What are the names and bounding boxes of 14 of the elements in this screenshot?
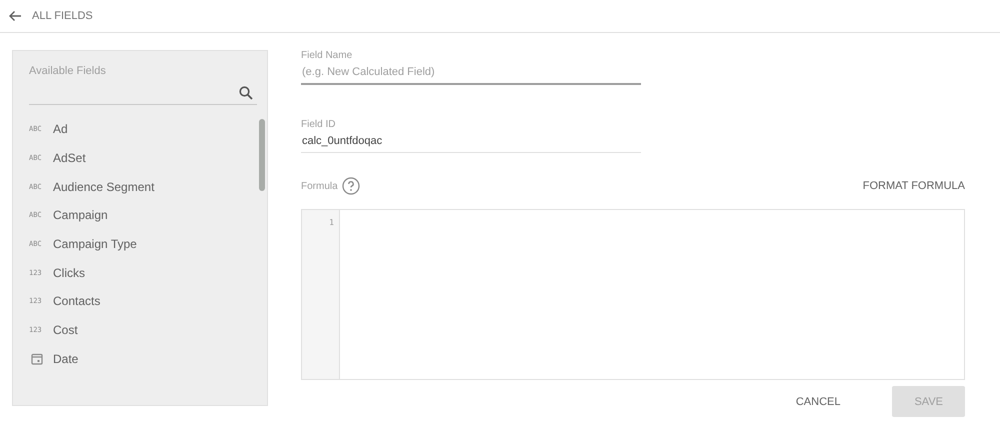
field-label: Field ID: [301, 119, 336, 130]
calendar-icon: [31, 352, 43, 365]
field-label: Formula: [301, 180, 338, 192]
back-arrow-icon: [8, 10, 22, 22]
cancel-button[interactable]: CANCEL: [774, 386, 862, 417]
field-list-item[interactable]: Date: [29, 344, 267, 374]
scrollbar-thumb[interactable]: [259, 119, 265, 191]
search-icon: [239, 86, 253, 100]
panel-title: Available Fields: [29, 65, 107, 77]
format-formula-button[interactable]: FORMAT FORMULA: [862, 180, 965, 192]
field-label: Field Name: [301, 50, 354, 61]
back-button[interactable]: ALL FIELDS: [8, 10, 93, 22]
line-number: 1: [329, 218, 334, 227]
help-icon[interactable]: [342, 177, 360, 195]
